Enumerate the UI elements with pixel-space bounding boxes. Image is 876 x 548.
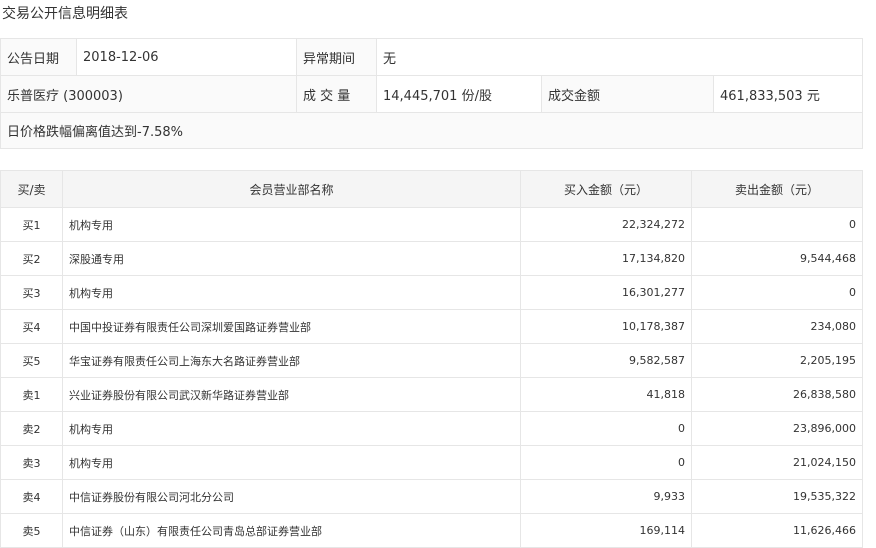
row-side: 买2 [0,241,63,276]
info-row-stock: 乐普医疗 (300003) 成 交 量 14,445,701 份/股 成交金额 … [0,75,863,113]
table-row: 买3 机构专用 16,301,277 0 [0,275,863,310]
row-branch-name: 机构专用 [62,445,521,480]
row-sell-amount: 234,080 [691,309,863,344]
volume-label: 成 交 量 [296,75,377,113]
info-row-note: 日价格跌幅偏离值达到-7.58% [0,112,863,149]
row-branch-name: 中国中投证券有限责任公司深圳爱国路证券营业部 [62,309,521,344]
row-side: 买4 [0,309,63,344]
row-sell-amount: 2,205,195 [691,343,863,378]
row-side: 卖5 [0,513,63,548]
row-sell-amount: 23,896,000 [691,411,863,446]
row-sell-amount: 19,535,322 [691,479,863,514]
page-title: 交易公开信息明细表 [2,6,128,22]
header-side: 买/卖 [0,170,63,208]
row-buy-amount: 0 [520,445,692,480]
table-row: 卖1 兴业证券股份有限公司武汉新华路证券营业部 41,818 26,838,58… [0,377,863,412]
header-sell-amount: 卖出金额（元） [691,170,863,208]
stock-name: 乐普医疗 (300003) [0,75,297,113]
row-side: 买5 [0,343,63,378]
row-branch-name: 中信证券股份有限公司河北分公司 [62,479,521,514]
table-row: 买5 华宝证券有限责任公司上海东大名路证券营业部 9,582,587 2,205… [0,343,863,378]
table-row: 买1 机构专用 22,324,272 0 [0,207,863,242]
row-buy-amount: 10,178,387 [520,309,692,344]
table-row: 买4 中国中投证券有限责任公司深圳爱国路证券营业部 10,178,387 234… [0,309,863,344]
row-branch-name: 华宝证券有限责任公司上海东大名路证券营业部 [62,343,521,378]
row-sell-amount: 0 [691,207,863,242]
row-branch-name: 机构专用 [62,411,521,446]
row-sell-amount: 11,626,466 [691,513,863,548]
amount-value: 461,833,503 元 [713,75,863,113]
header-buy-amount: 买入金额（元） [520,170,692,208]
row-side: 买1 [0,207,63,242]
info-row-date: 公告日期 2018-12-06 异常期间 无 [0,38,863,76]
row-sell-amount: 0 [691,275,863,310]
header-branch-name: 会员营业部名称 [62,170,521,208]
row-sell-amount: 9,544,468 [691,241,863,276]
row-branch-name: 机构专用 [62,207,521,242]
row-buy-amount: 9,582,587 [520,343,692,378]
row-buy-amount: 16,301,277 [520,275,692,310]
row-buy-amount: 169,114 [520,513,692,548]
row-branch-name: 中信证券（山东）有限责任公司青岛总部证券营业部 [62,513,521,548]
volume-value: 14,445,701 份/股 [376,75,542,113]
row-branch-name: 兴业证券股份有限公司武汉新华路证券营业部 [62,377,521,412]
table-row: 卖5 中信证券（山东）有限责任公司青岛总部证券营业部 169,114 11,62… [0,513,863,548]
table-row: 卖2 机构专用 0 23,896,000 [0,411,863,446]
row-side: 买3 [0,275,63,310]
table-header-row: 买/卖 会员营业部名称 买入金额（元） 卖出金额（元） [0,170,863,208]
row-side: 卖4 [0,479,63,514]
table-row: 买2 深股通专用 17,134,820 9,544,468 [0,241,863,276]
table-row: 卖4 中信证券股份有限公司河北分公司 9,933 19,535,322 [0,479,863,514]
row-buy-amount: 22,324,272 [520,207,692,242]
row-side: 卖2 [0,411,63,446]
summary-info-table: 公告日期 2018-12-06 异常期间 无 乐普医疗 (300003) 成 交… [0,38,863,149]
announce-date-value: 2018-12-06 [76,38,297,76]
deviation-note: 日价格跌幅偏离值达到-7.58% [0,112,863,149]
row-side: 卖3 [0,445,63,480]
row-side: 卖1 [0,377,63,412]
row-buy-amount: 0 [520,411,692,446]
announce-date-label: 公告日期 [0,38,77,76]
table-row: 卖3 机构专用 0 21,024,150 [0,445,863,480]
amount-label: 成交金额 [541,75,714,113]
row-sell-amount: 26,838,580 [691,377,863,412]
abnormal-period-label: 异常期间 [296,38,377,76]
row-buy-amount: 41,818 [520,377,692,412]
trading-detail-table: 买/卖 会员营业部名称 买入金额（元） 卖出金额（元） 买1 机构专用 22,3… [0,170,863,548]
abnormal-period-value: 无 [376,38,863,76]
row-sell-amount: 21,024,150 [691,445,863,480]
row-buy-amount: 17,134,820 [520,241,692,276]
row-branch-name: 深股通专用 [62,241,521,276]
row-buy-amount: 9,933 [520,479,692,514]
row-branch-name: 机构专用 [62,275,521,310]
